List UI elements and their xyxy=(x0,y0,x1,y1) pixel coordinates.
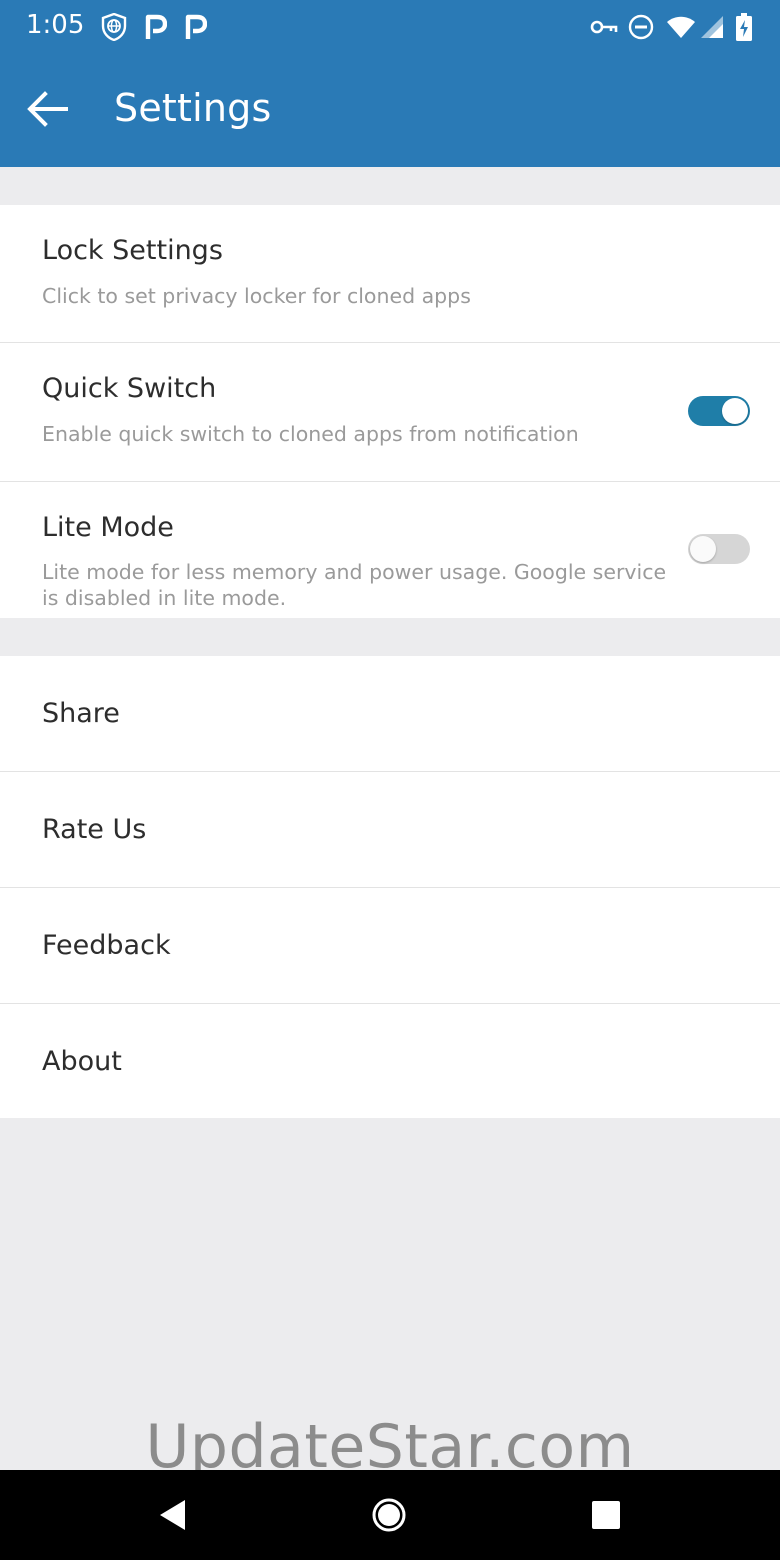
recents-square-icon xyxy=(592,1501,620,1529)
toggle-knob xyxy=(722,398,748,424)
toolbar: Settings xyxy=(0,56,780,167)
wifi-icon xyxy=(666,12,696,42)
do-not-disturb-icon xyxy=(627,12,655,42)
arrow-left-icon xyxy=(27,91,68,127)
status-bar: 1:05 xyxy=(0,0,780,56)
lock-settings-title: Lock Settings xyxy=(42,235,223,266)
back-button[interactable] xyxy=(22,84,72,134)
shield-globe-icon xyxy=(100,12,128,42)
quick-switch-title: Quick Switch xyxy=(42,373,217,404)
app-header: 1:05 Settings xyxy=(0,0,780,167)
feedback-item[interactable]: Feedback xyxy=(0,888,780,1004)
status-time: 1:05 xyxy=(26,10,85,40)
quick-switch-subtitle: Enable quick switch to cloned apps from … xyxy=(42,422,579,446)
home-circle-icon xyxy=(372,1498,406,1532)
lite-mode-toggle[interactable] xyxy=(688,534,750,564)
p-icon xyxy=(184,12,208,42)
nav-back-button[interactable] xyxy=(152,1495,192,1535)
rate-us-label: Rate Us xyxy=(42,814,147,845)
quick-switch-toggle[interactable] xyxy=(688,396,750,426)
settings-screen: 1:05 Settings Lock Settings Click to set… xyxy=(0,0,780,1560)
vpn-key-icon xyxy=(590,12,618,42)
p-icon xyxy=(144,12,168,42)
cell-signal-icon xyxy=(700,12,724,42)
nav-home-button[interactable] xyxy=(369,1495,409,1535)
quick-switch-item[interactable]: Quick Switch Enable quick switch to clon… xyxy=(0,343,780,482)
navigation-bar xyxy=(0,1470,780,1560)
share-item[interactable]: Share xyxy=(0,656,780,772)
settings-group-main: Lock Settings Click to set privacy locke… xyxy=(0,205,780,618)
lock-settings-item[interactable]: Lock Settings Click to set privacy locke… xyxy=(0,205,780,343)
feedback-label: Feedback xyxy=(42,930,171,961)
about-label: About xyxy=(42,1046,122,1077)
share-label: Share xyxy=(42,698,120,729)
lock-settings-subtitle: Click to set privacy locker for cloned a… xyxy=(42,284,471,308)
lite-mode-subtitle: Lite mode for less memory and power usag… xyxy=(42,560,667,610)
rate-us-item[interactable]: Rate Us xyxy=(0,772,780,888)
back-triangle-icon xyxy=(160,1500,185,1530)
settings-group-more: Share Rate Us Feedback About xyxy=(0,656,780,1118)
lite-mode-title: Lite Mode xyxy=(42,512,174,543)
battery-charging-icon xyxy=(735,12,753,42)
nav-recents-button[interactable] xyxy=(586,1495,626,1535)
about-item[interactable]: About xyxy=(0,1004,780,1120)
toggle-knob xyxy=(690,536,716,562)
page-title: Settings xyxy=(114,86,272,130)
lite-mode-item[interactable]: Lite Mode Lite mode for less memory and … xyxy=(0,482,780,618)
